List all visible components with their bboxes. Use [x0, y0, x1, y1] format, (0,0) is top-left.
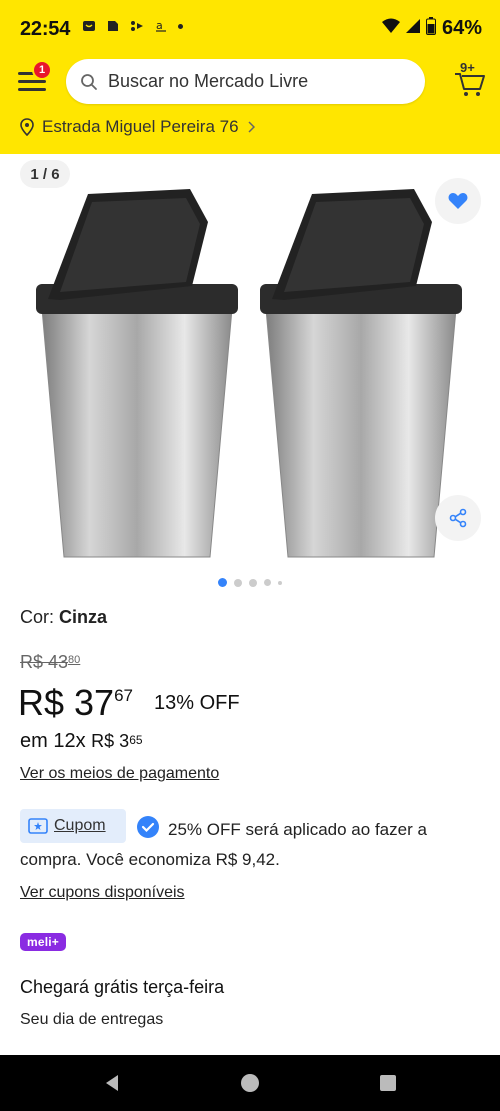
search-icon — [80, 73, 98, 91]
coupon-ticket-icon — [28, 818, 48, 834]
trash-bin-right — [260, 189, 462, 558]
verified-check-icon — [137, 816, 159, 838]
current-price: R$ 3767 — [18, 682, 133, 724]
available-coupons-link[interactable]: Ver cupons disponíveis — [20, 884, 185, 902]
cast-notification-icon — [130, 19, 144, 33]
product-image[interactable] — [0, 174, 500, 564]
page-dot[interactable] — [264, 579, 271, 586]
signal-icon — [405, 18, 420, 39]
mercadolivre-notification-icon — [82, 19, 96, 33]
coupon-tag[interactable]: Cupom — [20, 809, 126, 843]
shipping-subtitle: Seu dia de entregas — [20, 1011, 164, 1028]
more-notifications-icon — [178, 23, 183, 29]
payment-methods-link[interactable]: Ver os meios de pagamento — [20, 765, 219, 783]
share-button[interactable] — [435, 495, 481, 541]
discount-label: 13% OFF — [154, 692, 240, 714]
svg-text:a: a — [156, 19, 163, 32]
trash-bin-left — [36, 189, 238, 558]
installments: em 12x R$ 365 — [20, 730, 143, 753]
color-selection[interactable]: Cor: Cinza — [20, 607, 107, 628]
status-time: 22:54 — [20, 18, 71, 40]
search-bar[interactable]: Buscar no Mercado Livre — [66, 59, 425, 104]
gallery-pagination — [0, 578, 500, 587]
image-counter: 1 / 6 — [20, 160, 70, 188]
wifi-icon — [381, 18, 400, 39]
cart-button[interactable]: 9+ — [452, 60, 488, 98]
installment-prefix: em 12x — [20, 730, 86, 752]
product-gallery[interactable]: 1 / 6 — [0, 154, 500, 592]
location-pin-icon — [20, 118, 34, 136]
menu-notification-badge: 1 — [32, 60, 52, 80]
battery-icon — [425, 17, 436, 40]
chevron-right-icon — [248, 121, 255, 133]
top-header: 22:54 a 64% 1 Buscar no Mercado Livre 9+… — [0, 0, 500, 154]
favorite-button[interactable] — [435, 178, 481, 224]
heart-icon — [448, 193, 468, 209]
installment-cents: 65 — [129, 733, 143, 747]
home-icon[interactable] — [240, 1073, 260, 1093]
search-placeholder: Buscar no Mercado Livre — [108, 71, 309, 91]
menu-button[interactable]: 1 — [18, 60, 52, 94]
shipping-title: Chegará grátis terça-feira — [20, 977, 225, 997]
current-price-main: R$ 37 — [18, 682, 115, 723]
page-dot[interactable] — [218, 578, 227, 587]
original-price: R$ 4380 — [20, 652, 80, 673]
color-value: Cinza — [59, 607, 108, 627]
address-text: Estrada Miguel Pereira 76 — [42, 117, 239, 136]
share-icon — [449, 508, 467, 528]
amazon-notification-icon: a — [154, 19, 168, 33]
app-notification-icon — [106, 19, 120, 33]
hamburger-icon-bar — [18, 88, 46, 91]
hamburger-icon-bar — [18, 80, 46, 83]
current-price-cents: 67 — [114, 686, 133, 705]
status-bar: 22:54 a 64% — [0, 0, 500, 58]
page-dot[interactable] — [249, 578, 257, 587]
coupon-tag-label: Cupom — [54, 817, 106, 834]
page-dot[interactable] — [234, 578, 242, 587]
notification-icons: a — [82, 19, 183, 33]
page-dot[interactable] — [278, 580, 282, 585]
recents-icon[interactable] — [378, 1073, 398, 1093]
cart-count: 9+ — [460, 60, 475, 75]
original-price-main: R$ 43 — [20, 652, 69, 672]
meli-plus-badge: meli+ — [20, 933, 66, 951]
battery-percentage: 64% — [441, 17, 482, 39]
status-right: 64% — [381, 17, 482, 40]
installment-value: R$ 3 — [91, 731, 130, 751]
delivery-address[interactable]: Estrada Miguel Pereira 76 — [20, 117, 255, 137]
back-icon[interactable] — [102, 1073, 122, 1093]
color-label: Cor: — [20, 607, 60, 627]
system-navigation-bar — [0, 1055, 500, 1111]
original-price-cents: 80 — [68, 654, 81, 666]
